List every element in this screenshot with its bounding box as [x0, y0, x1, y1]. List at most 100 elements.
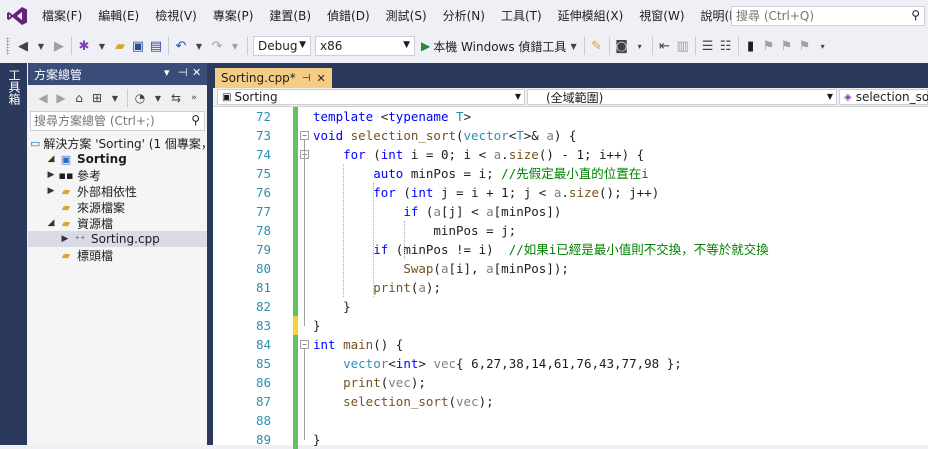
code-line[interactable]: 81 print(a); [213, 278, 928, 297]
menu-item[interactable]: 視窗(W) [631, 0, 692, 32]
open-folder-icon[interactable]: ▰ [111, 35, 129, 57]
save-all-icon[interactable]: ▤ [147, 35, 165, 57]
back-icon[interactable]: ◀ [34, 87, 52, 109]
code-area[interactable]: 72 template <typename T> 73− void selection… [213, 107, 928, 449]
overflow-icon[interactable]: » [185, 87, 203, 109]
search-input[interactable] [732, 7, 900, 25]
menu-item[interactable]: 建置(B) [261, 0, 319, 32]
dropdown-arrow-icon[interactable]: ▼ [149, 87, 167, 109]
menu-item[interactable]: 檔案(F) [34, 0, 90, 32]
expander-icon[interactable]: ◢ [44, 154, 58, 164]
dropdown-arrow-icon[interactable]: ▼ [32, 35, 50, 57]
tree-item[interactable]: ▭ 解決方案 'Sorting' (1 個專案， [28, 135, 213, 151]
expander-icon[interactable]: ◢ [44, 218, 58, 228]
code-line[interactable]: 84 − int main() { [213, 335, 928, 354]
toolbox-tab[interactable]: 工具箱 [7, 69, 21, 105]
tree-item[interactable]: ◢ ▰ 資源檔 [28, 215, 207, 231]
code-line[interactable]: 73 − void selection_sort(vector<T>& a) { [213, 126, 928, 145]
switch-views-icon[interactable]: ⊞ [88, 87, 106, 109]
chevron-down-icon[interactable]: ▾ [164, 66, 170, 79]
menu-item[interactable]: 檢視(V) [147, 0, 205, 32]
back-icon[interactable]: ◀ [14, 35, 32, 57]
collapse-icon[interactable]: − [300, 340, 309, 349]
overflow-icon[interactable]: ▾ [814, 35, 832, 57]
member-select[interactable]: ◈ selection_sort [839, 89, 928, 105]
code-line[interactable]: 86 print(vec); [213, 373, 928, 392]
step-icon[interactable]: ⇤ [656, 35, 674, 57]
pin-icon[interactable]: ⊣ [178, 66, 188, 79]
overflow-icon[interactable]: ▾ [631, 35, 649, 57]
screenshot-icon[interactable]: ◙ [613, 35, 631, 57]
search-box[interactable]: ⚲ [731, 6, 925, 26]
dropdown-arrow-icon[interactable]: ▼ [93, 35, 111, 57]
sync-icon[interactable]: ⇆ [167, 87, 185, 109]
clear-bookmarks-icon[interactable]: ⚑ [796, 35, 814, 57]
code-line[interactable]: 74− for (int i = 0; i < a.size() - 1; i+… [213, 145, 928, 164]
comment-icon[interactable]: ☰ [699, 35, 717, 57]
pin-icon[interactable]: ⊣ [302, 73, 311, 84]
code-line[interactable]: 88 [213, 411, 928, 430]
code-line[interactable]: 87 selection_sort(vec); [213, 392, 928, 411]
next-bookmark-icon[interactable]: ⚑ [778, 35, 796, 57]
forward-icon[interactable]: ▶ [50, 35, 68, 57]
document-tab-sorting-cpp[interactable]: Sorting.cpp* ⊣ ✕ [215, 68, 332, 88]
platform-select[interactable]: x86 ▼ [315, 36, 415, 56]
menu-item[interactable]: 分析(N) [435, 0, 493, 32]
save-icon[interactable]: ▣ [129, 35, 147, 57]
menu-item[interactable]: 工具(T) [493, 0, 550, 32]
hex-icon[interactable]: ▥ [674, 35, 692, 57]
collapse-icon[interactable]: − [300, 131, 309, 140]
code-line[interactable]: 79 if (minPos != i) //如果i已經是最小值則不交換，不等於就… [213, 240, 928, 259]
menu-item[interactable]: 編輯(E) [90, 0, 147, 32]
solution-search-input[interactable] [31, 114, 177, 128]
visual-studio-logo-icon[interactable] [6, 6, 28, 26]
start-debugging-button[interactable]: ▶ 本機 Windows 偵錯工具 ▼ [417, 35, 581, 57]
new-project-icon[interactable]: ✱ [75, 35, 93, 57]
tree-item[interactable]: ▶ ▪▪ 參考 [28, 167, 207, 183]
code-line[interactable]: 83} [213, 316, 928, 335]
menu-item[interactable]: 專案(P) [205, 0, 262, 32]
change-indicator [293, 392, 298, 411]
scope-select[interactable]: (全域範圍) ▼ [527, 89, 837, 105]
menu-item[interactable]: 測試(S) [378, 0, 435, 32]
uncomment-icon[interactable]: ☷ [717, 35, 735, 57]
menu-item[interactable]: 延伸模組(X) [550, 0, 632, 32]
configuration-select[interactable]: Debug ▼ [253, 36, 311, 56]
home-icon[interactable]: ⌂ [70, 87, 88, 109]
menu-item[interactable]: 偵錯(D) [319, 0, 378, 32]
prev-bookmark-icon[interactable]: ⚑ [760, 35, 778, 57]
code-line[interactable]: 82 } [213, 297, 928, 316]
undo-icon[interactable]: ↶ [172, 35, 190, 57]
code-line[interactable]: 80 Swap(a[i], a[minPos]); [213, 259, 928, 278]
navigation-bar: ▣ Sorting ▼ (全域範圍) ▼ ◈ selection_sort [213, 88, 928, 107]
code-line[interactable]: 77 if (a[j] < a[minPos]) [213, 202, 928, 221]
pending-changes-icon[interactable]: ◔ [131, 87, 149, 109]
bookmark-icon[interactable]: ▮ [742, 35, 760, 57]
code-line[interactable]: 78 minPos = j; [213, 221, 928, 240]
dropdown-arrow-icon[interactable]: ▼ [190, 35, 208, 57]
tree-item[interactable]: ▰ 標頭檔 [28, 247, 207, 263]
project-select[interactable]: ▣ Sorting ▼ [217, 89, 525, 105]
code-text: if (minPos != i) //如果i已經是最小值則不交換，不等於就交換 [373, 242, 769, 257]
solution-search-box[interactable]: ⚲ [30, 111, 205, 131]
tree-item[interactable]: ▰ 來源檔案 [28, 199, 207, 215]
redo-icon[interactable]: ↷ [208, 35, 226, 57]
expander-icon[interactable]: ▶ [44, 186, 58, 196]
dropdown-arrow-icon[interactable]: ▼ [106, 87, 124, 109]
code-line[interactable]: 89} [213, 430, 928, 449]
code-line[interactable]: 75 auto minPos = i; //先假定最小直的位置在i [213, 164, 928, 183]
code-line[interactable]: 72 template <typename T> [213, 107, 928, 126]
code-line[interactable]: 85 vector<int> vec{ 6,27,38,14,61,76,43,… [213, 354, 928, 373]
tree-item[interactable]: ◢ ▣ Sorting [28, 151, 207, 167]
dropdown-arrow-icon[interactable]: ▼ [226, 35, 244, 57]
toolbar-grip[interactable] [6, 37, 10, 55]
close-icon[interactable]: ✕ [317, 72, 326, 85]
close-icon[interactable]: ✕ [192, 66, 201, 79]
expander-icon[interactable]: ▶ [58, 234, 72, 244]
forward-icon[interactable]: ▶ [52, 87, 70, 109]
find-icon[interactable]: ✎ [588, 35, 606, 57]
tree-item[interactable]: ▶ ⁺⁺ Sorting.cpp [28, 231, 207, 247]
expander-icon[interactable]: ▶ [44, 170, 58, 180]
code-line[interactable]: 76 for (int j = i + 1; j < a.size(); j++… [213, 183, 928, 202]
tree-item[interactable]: ▶ ▰ 外部相依性 [28, 183, 207, 199]
